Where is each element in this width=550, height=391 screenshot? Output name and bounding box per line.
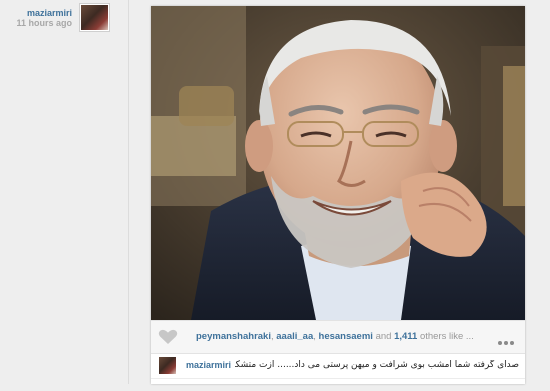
heart-icon [158, 329, 178, 344]
post-actions-bar: peymanshahraki, aaali_aa, hesansaemi and… [151, 320, 525, 354]
like-button[interactable] [158, 329, 178, 345]
ellipsis-icon [498, 341, 514, 345]
likes-summary: peymanshahraki, aaali_aa, hesansaemi and… [196, 331, 486, 342]
more-options-button[interactable] [497, 333, 515, 345]
likes-and-text: and [375, 331, 392, 342]
post-photo[interactable] [151, 6, 525, 320]
column-divider [128, 0, 129, 384]
comment-username[interactable]: maziarmiri [186, 360, 231, 370]
post-timestamp[interactable]: 11 hours ago [16, 18, 72, 28]
comment-avatar[interactable] [159, 357, 176, 374]
comment-row: maziarmiri صدای گرفته شما امشب بوی شرافت… [151, 353, 525, 377]
user-avatar[interactable] [80, 4, 109, 31]
post-username[interactable]: maziarmiri [27, 8, 72, 18]
liker-link[interactable]: aaali_aa [276, 331, 313, 342]
likes-others-text[interactable]: others like ... [420, 331, 474, 342]
post-card: peymanshahraki, aaali_aa, hesansaemi and… [151, 6, 525, 384]
post-photo-illustration [151, 6, 525, 320]
liker-link[interactable]: peymanshahraki [196, 331, 271, 342]
next-comment-row [151, 378, 525, 391]
likes-count[interactable]: 1,411 [394, 331, 417, 342]
comment-text: صدای گرفته شما امشب بوی شرافت و میهن پرس… [235, 360, 519, 370]
post-meta: maziarmiri 11 hours ago [0, 0, 128, 384]
liker-link[interactable]: hesansaemi [319, 331, 373, 342]
